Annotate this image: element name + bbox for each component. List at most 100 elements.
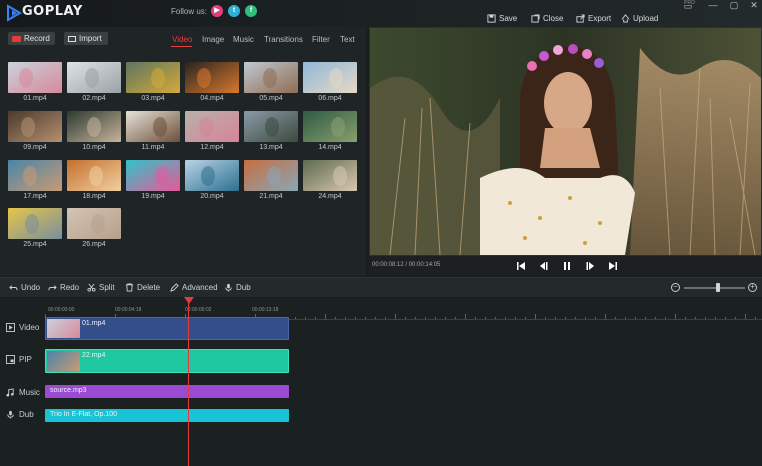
tab-image[interactable]: Image xyxy=(202,35,224,44)
music-clip-label: source.mp3 xyxy=(50,387,87,394)
active-tab-indicator xyxy=(171,46,192,47)
media-filename: 21.mp4 xyxy=(259,193,283,200)
media-thumbnail[interactable] xyxy=(67,62,121,93)
media-thumbnail[interactable] xyxy=(185,111,239,142)
media-filename: 24.mp4 xyxy=(318,193,342,200)
app-window: GOPLAY Follow us: ▶ t f Save Close Expor… xyxy=(0,0,762,466)
step-forward-icon[interactable] xyxy=(585,261,595,271)
zoom-out-button[interactable]: − xyxy=(671,283,680,292)
youtube-icon[interactable]: ▶ xyxy=(211,5,223,17)
skip-forward-icon[interactable] xyxy=(608,261,618,271)
media-filename: 10.mp4 xyxy=(82,144,106,151)
media-filename: 18.mp4 xyxy=(82,193,106,200)
preview-video-frame[interactable] xyxy=(370,28,761,255)
record-button[interactable]: Record xyxy=(8,32,55,45)
media-thumbnail[interactable] xyxy=(126,111,180,142)
minimize-button[interactable]: — xyxy=(707,0,719,12)
video-clip[interactable]: 01.mp4 xyxy=(45,317,289,340)
redo-label: Redo xyxy=(60,283,80,292)
tab-music[interactable]: Music xyxy=(233,35,254,44)
media-thumbnail[interactable] xyxy=(8,111,62,142)
media-thumbnail[interactable] xyxy=(244,111,298,142)
media-filename: 01.mp4 xyxy=(23,95,47,102)
redo-button[interactable]: Redo xyxy=(48,283,79,292)
title-bar: GOPLAY Follow us: ▶ t f Save Close Expor… xyxy=(0,0,762,27)
advanced-button[interactable]: Advanced xyxy=(170,283,218,292)
music-clip[interactable]: source.mp3 xyxy=(45,385,289,398)
track-video-label: Video xyxy=(19,323,40,332)
ruler-label: 00:00:00:00 xyxy=(48,307,75,313)
redo-icon xyxy=(48,285,57,291)
media-thumbnail[interactable] xyxy=(185,62,239,93)
media-thumbnail[interactable] xyxy=(303,111,357,142)
record-icon xyxy=(12,35,21,42)
media-thumbnail[interactable] xyxy=(8,62,62,93)
tab-filter[interactable]: Filter xyxy=(312,35,330,44)
microphone-icon xyxy=(225,283,232,292)
dub-button[interactable]: Dub xyxy=(224,283,251,292)
zoom-in-button[interactable]: + xyxy=(748,283,757,292)
playback-bar: 00:00:08:12 / 00:00:14:05 xyxy=(369,256,762,276)
tab-text[interactable]: Text xyxy=(340,35,355,44)
advanced-label: Advanced xyxy=(182,283,218,292)
media-thumbnail[interactable] xyxy=(8,208,62,239)
media-filename: 11.mp4 xyxy=(141,144,165,151)
pip-clip-label: 22.mp4 xyxy=(82,352,106,359)
skip-back-icon[interactable] xyxy=(516,261,526,271)
dub-clip[interactable]: Trio In E-Flat, Op.100 xyxy=(45,409,289,422)
clip-thumbnail xyxy=(47,319,80,338)
media-filename: 12.mp4 xyxy=(200,144,224,151)
media-thumbnail[interactable] xyxy=(126,160,180,191)
time-ruler[interactable]: 00:00:00:00 00:00:04:18 00:00:09:02 00:0… xyxy=(45,307,762,320)
media-filename: 06.mp4 xyxy=(318,95,342,102)
zoom-slider-handle[interactable] xyxy=(715,283,720,292)
close-button[interactable]: Close xyxy=(531,12,563,24)
media-thumbnail[interactable] xyxy=(244,62,298,93)
save-button[interactable]: Save xyxy=(487,12,517,24)
pause-icon[interactable] xyxy=(562,261,572,271)
undo-label: Undo xyxy=(21,283,41,292)
media-thumbnail[interactable] xyxy=(67,208,121,239)
media-thumbnail[interactable] xyxy=(8,160,62,191)
pip-icon xyxy=(6,355,15,364)
trash-icon xyxy=(125,283,134,292)
close-window-button[interactable]: ✕ xyxy=(748,0,760,12)
playhead-line[interactable] xyxy=(188,300,189,466)
maximize-button[interactable]: ▢ xyxy=(728,0,740,12)
media-thumbnail[interactable] xyxy=(303,160,357,191)
close-label: Close xyxy=(543,13,564,23)
zoom-slider[interactable] xyxy=(684,287,745,289)
split-button[interactable]: Split xyxy=(87,283,115,292)
media-thumbnail[interactable] xyxy=(303,62,357,93)
playhead-handle[interactable] xyxy=(184,297,194,304)
undo-button[interactable]: Undo xyxy=(9,283,40,292)
twitter-icon[interactable]: t xyxy=(228,5,240,17)
step-back-icon[interactable] xyxy=(539,261,549,271)
import-button[interactable]: Import xyxy=(64,32,108,45)
media-thumbnail[interactable] xyxy=(185,160,239,191)
media-thumbnail[interactable] xyxy=(67,160,121,191)
record-label: Record xyxy=(24,34,50,43)
facebook-icon[interactable]: f xyxy=(245,5,257,17)
timeline-panel: 00:00:00:00 00:00:04:18 00:00:09:02 00:0… xyxy=(0,298,762,466)
media-filename: 25.mp4 xyxy=(23,241,47,248)
import-label: Import xyxy=(79,34,102,43)
import-icon xyxy=(68,35,76,42)
microphone-icon xyxy=(7,410,14,419)
export-button[interactable]: Export xyxy=(576,12,611,24)
save-label: Save xyxy=(499,13,518,23)
track-label-pip: PIP xyxy=(6,355,32,364)
play-icon xyxy=(6,323,15,332)
delete-button[interactable]: Delete xyxy=(125,283,160,292)
media-filename: 17.mp4 xyxy=(23,193,47,200)
upload-button[interactable]: Upload xyxy=(621,12,658,24)
tab-transitions[interactable]: Transitions xyxy=(264,35,303,44)
pip-clip[interactable]: 22.mp4 xyxy=(45,349,289,373)
media-thumbnail[interactable] xyxy=(67,111,121,142)
media-thumbnail[interactable] xyxy=(244,160,298,191)
tab-video[interactable]: Video xyxy=(172,35,192,44)
media-thumbnail[interactable] xyxy=(126,62,180,93)
media-filename: 14.mp4 xyxy=(318,144,342,151)
track-label-music: Music xyxy=(6,388,40,397)
track-label-dub: Dub xyxy=(6,410,34,419)
